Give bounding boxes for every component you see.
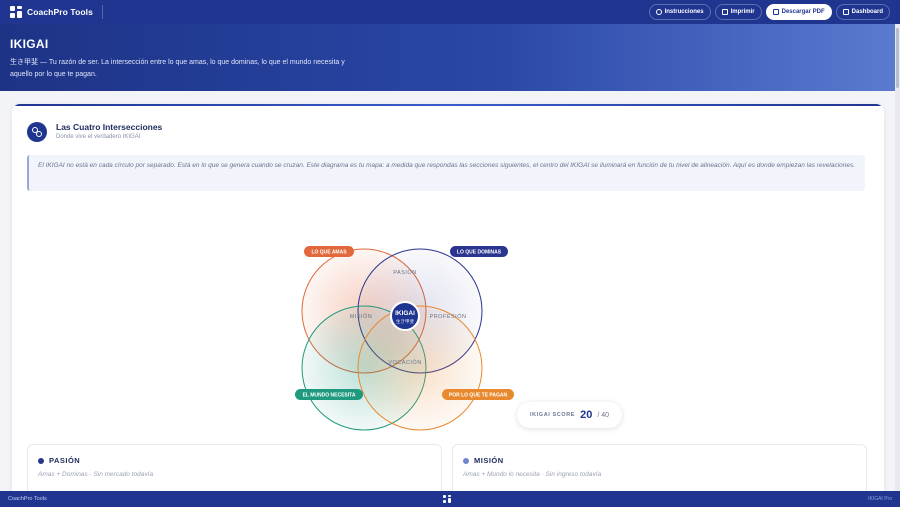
score-value: 20 [580,409,593,421]
ikigai-venn-diagram: PASIÓN MISIÓN PROFESIÓN VOCACIÓN IKIGAI … [295,246,514,431]
page-title: IKIGAI [10,37,49,51]
scrollbar-thumb[interactable] [896,28,899,88]
intersection-passion: PASIÓN [393,269,416,276]
label-love: LO QUE AMAS [311,250,347,256]
top-bar: CoachPro Tools Instrucciones Imprimir De… [0,0,900,24]
ikigai-score: IKIGAI SCORE 20 / 40 [517,402,622,428]
intersections-card: Las Cuatro Intersecciones Donde vive el … [12,104,884,507]
dashboard-label: Dashboard [851,9,883,15]
download-pdf-button[interactable]: Descargar PDF [765,4,832,20]
footer-logo-icon [443,495,451,503]
intersections-icon [27,122,47,142]
intersection-mission: MISIÓN [350,313,373,320]
label-paid-for: POR LO QUE TE PAGAN [449,393,508,399]
footer-brand: CoachPro Tools [8,496,47,502]
card-accent-line [12,104,884,106]
grid-icon [842,9,849,15]
mission-dot-icon [463,457,469,464]
lightbulb-icon [655,9,662,15]
passion-title: PASIÓN [49,456,81,465]
page-subtitle: 生き甲斐 — Tu razón de ser. La intersección … [10,59,345,78]
print-icon [721,9,728,15]
label-world-needs: EL MUNDO NECESITA [303,393,356,399]
mission-title: MISIÓN [474,456,504,465]
mission-desc: Amas + Mundo lo necesita · Sin ingreso t… [463,471,602,478]
passion-desc: Amas + Dominas · Sin mercado todavía [38,471,154,478]
score-max: / 40 [597,411,610,419]
label-good-at: LO QUE DOMINAS [457,250,502,256]
print-label: Imprimir [730,9,755,15]
download-pdf-label: Descargar PDF [781,9,825,15]
footer: CoachPro Tools IKIGAI Pro [0,491,900,507]
instructions-label: Instrucciones [664,9,704,15]
logo-icon [10,6,22,18]
divider [101,5,103,19]
circle-paid-for [357,305,483,431]
brand-name: CoachPro Tools [27,7,93,17]
hero-banner: IKIGAI 生き甲斐 — Tu razón de ser. La inters… [0,24,900,91]
section-subtitle: Donde vive el verdadero IKIGAI [56,134,141,140]
scrollbar[interactable] [895,24,900,491]
intersection-profession: PROFESIÓN [430,313,467,320]
passion-dot-icon [38,457,44,464]
download-icon [772,9,779,15]
brand[interactable]: CoachPro Tools [10,6,93,18]
footer-product: IKIGAI Pro [868,496,892,502]
intersection-vocation: VOCACIÓN [388,359,421,366]
top-nav: Instrucciones Imprimir Descargar PDF Das… [648,4,890,20]
ikigai-center-title: IKIGAI [395,310,415,317]
dashboard-button[interactable]: Dashboard [835,4,890,20]
ikigai-center-kanji: 生き甲斐 [396,318,414,325]
intro-text: El IKIGAI no está en cada círculo por se… [27,155,865,191]
print-button[interactable]: Imprimir [714,4,762,20]
instructions-button[interactable]: Instrucciones [648,4,711,20]
score-label: IKIGAI SCORE [529,412,576,418]
section-title: Las Cuatro Intersecciones [56,122,163,132]
